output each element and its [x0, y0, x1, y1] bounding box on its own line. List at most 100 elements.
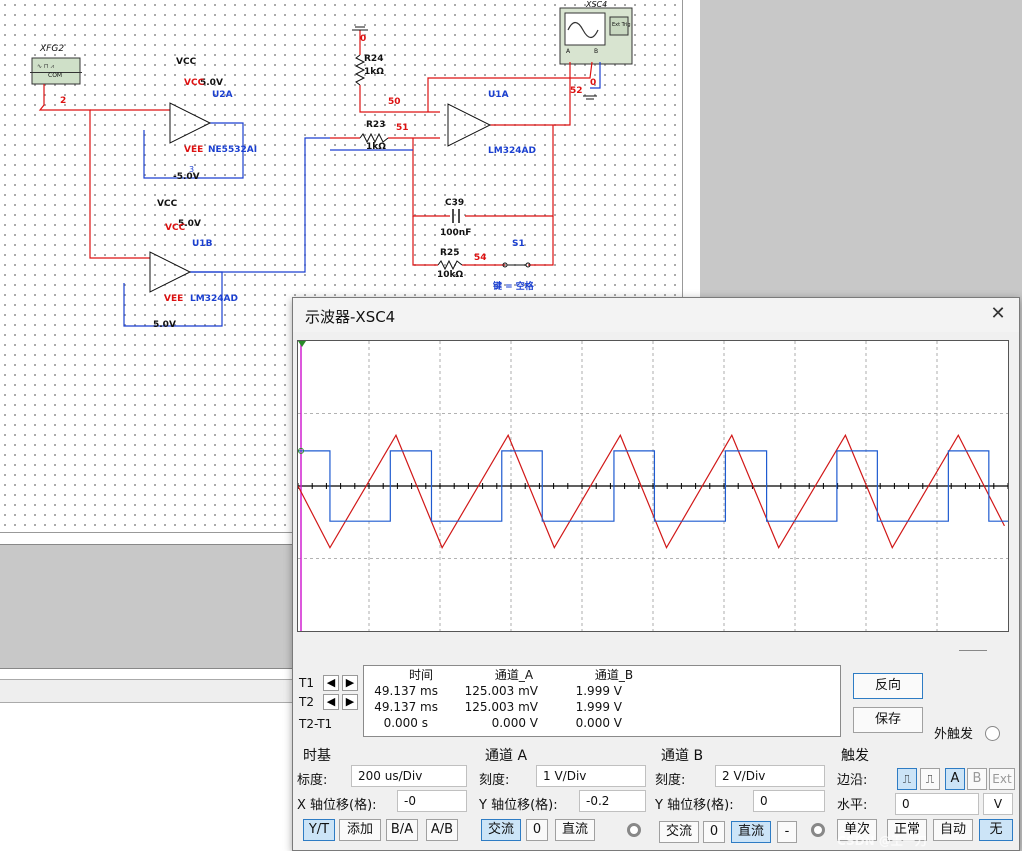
ab-button[interactable]: A/B — [426, 819, 458, 841]
window-title: 示波器-XSC4 — [305, 308, 396, 326]
vcc2-pin: VCC — [165, 223, 186, 233]
trigger-edge-label: 边沿: — [837, 773, 868, 788]
channel-b-scale-label: 刻度: — [655, 773, 686, 788]
scope-label: XSC4 — [586, 0, 608, 9]
c39-label: C39 — [445, 198, 465, 208]
r24-label: R24 — [364, 54, 384, 64]
x-offset-input[interactable]: -0 — [397, 790, 467, 812]
t2-left-arrow-icon[interactable]: ◀ — [323, 694, 339, 710]
net-0b: 0 — [590, 78, 597, 88]
vcc1-pin: VCC — [184, 78, 205, 88]
ba-button[interactable]: B/A — [386, 819, 418, 841]
channel-b-zero-button[interactable]: 0 — [703, 821, 725, 843]
yt-button[interactable]: Y/T — [303, 819, 335, 841]
channel-b-dc-button[interactable]: 直流 — [731, 821, 771, 843]
channel-a-scale-label: 刻度: — [479, 773, 510, 788]
trigger-source-ext[interactable]: Ext — [989, 768, 1015, 790]
t1-a: 125.003 mV — [464, 684, 538, 698]
auto-button[interactable]: 自动 — [933, 819, 973, 841]
add-button[interactable]: 添加 — [339, 819, 381, 841]
lower-panel — [0, 668, 300, 851]
channel-b-scale-input[interactable]: 2 V/Div — [715, 765, 825, 787]
t1-right-arrow-icon[interactable]: ▶ — [342, 675, 358, 691]
resistor-r23-symbol — [359, 132, 389, 144]
trigger-level-input[interactable]: 0 — [895, 793, 979, 815]
dt-time: 0.000 s — [383, 716, 428, 730]
oscilloscope-window[interactable]: 示波器-XSC4 ✕ T1 ◀ ▶ T2 ◀ ▶ T2-T1 时间 通道_A 通… — [292, 297, 1020, 851]
title-bar[interactable]: 示波器-XSC4 ✕ — [293, 298, 1019, 332]
reverse-button[interactable]: 反向 — [853, 673, 923, 699]
pin-3: 3 — [189, 165, 195, 174]
resistor-r24-symbol — [354, 54, 366, 86]
t1-left-arrow-icon[interactable]: ◀ — [323, 675, 339, 691]
net-50: 50 — [388, 97, 401, 107]
channel-a-dc-button[interactable]: 直流 — [555, 819, 595, 841]
waveform-plot — [297, 341, 1009, 631]
channel-a-ac-button[interactable]: 交流 — [481, 819, 521, 841]
channel-a-scale-input[interactable]: 1 V/Div — [536, 765, 646, 787]
timebase-title: 时基 — [303, 748, 331, 764]
timebase-scale-label: 标度: — [297, 773, 328, 788]
channel-b-indicator — [811, 823, 825, 837]
c39-value: 100nF — [440, 228, 472, 238]
channel-a-indicator — [627, 823, 641, 837]
scope-screen[interactable] — [297, 340, 1009, 632]
save-button[interactable]: 保存 — [853, 707, 923, 733]
resistor-r25-symbol — [437, 259, 463, 271]
vee2-pin: VEE — [164, 294, 184, 304]
t2-right-arrow-icon[interactable]: ▶ — [342, 694, 358, 710]
t2-b: 1.999 V — [575, 700, 622, 714]
lower-panel-toolbar — [0, 679, 300, 703]
r23-label: R23 — [366, 120, 386, 130]
channel-b-yoff-input[interactable]: 0 — [753, 790, 825, 812]
s1-label: S1 — [512, 239, 525, 249]
scope-a-label: A — [566, 48, 571, 55]
channel-a-title: 通道 A — [485, 748, 528, 764]
cursor-t1-marker — [298, 341, 306, 347]
t1-b: 1.999 V — [575, 684, 622, 698]
channel-b-ac-button[interactable]: 交流 — [659, 821, 699, 843]
u2a-part: NE5532AI — [208, 145, 258, 155]
readout-header-a: 通道_A — [494, 668, 534, 682]
r25-value: 10kΩ — [437, 270, 464, 280]
fg-label: XFG2 — [40, 44, 65, 54]
channel-a-zero-button[interactable]: 0 — [526, 819, 548, 841]
channel-b-yoff-label: Y 轴位移(格): — [655, 798, 734, 813]
channel-a-yoff-input[interactable]: -0.2 — [579, 790, 646, 812]
trigger-source-b[interactable]: B — [967, 768, 987, 790]
dt-b: 0.000 V — [575, 716, 622, 730]
channel-a-trace — [297, 433, 1005, 549]
none-button[interactable]: 无 — [979, 819, 1013, 841]
t1-label: T1 — [299, 676, 314, 690]
channel-b-minus-button[interactable]: - — [777, 821, 797, 843]
channel-b-title: 通道 B — [661, 748, 704, 764]
u1b-label: U1B — [192, 239, 213, 249]
r24-value: 1kΩ — [364, 67, 384, 77]
t2-time: 49.137 ms — [374, 700, 438, 714]
t1-time: 49.137 ms — [374, 684, 438, 698]
net-52: 52 — [570, 86, 583, 96]
t2t1-label: T2-T1 — [299, 717, 333, 731]
s1-key-label: 键 = 空格 — [493, 282, 534, 292]
u1b-part: LM324AD — [190, 294, 238, 304]
net-2: 2 — [60, 96, 67, 106]
trigger-source-a[interactable]: A — [945, 768, 965, 790]
close-icon[interactable]: ✕ — [987, 303, 1009, 325]
function-generator-xfg2 — [31, 57, 81, 85]
ext-trigger-radio[interactable] — [985, 726, 1000, 741]
separator-line — [959, 650, 987, 651]
u1a-part: LM324AD — [488, 146, 536, 156]
opamp-u2a-symbol — [169, 102, 212, 144]
timebase-scale-input[interactable]: 200 us/Div — [351, 765, 467, 787]
fg-com-label: COM — [48, 72, 63, 79]
cursor-readout: 时间 通道_A 通道_B 49.137 ms 125.003 mV 1.999 … — [363, 665, 841, 737]
r23-value: 1kΩ — [366, 142, 386, 152]
trigger-title: 触发 — [841, 748, 869, 764]
u1a-label: U1A — [488, 90, 509, 100]
scope-b-label: B — [594, 48, 599, 55]
trigger-level-unit[interactable]: V — [983, 793, 1013, 815]
rising-edge-icon[interactable]: ⎍ — [897, 768, 917, 790]
opamp-u1b-symbol — [149, 251, 192, 293]
watermark: CSDN @王一刀 — [837, 834, 927, 848]
falling-edge-icon[interactable]: ⎍ — [920, 768, 940, 790]
